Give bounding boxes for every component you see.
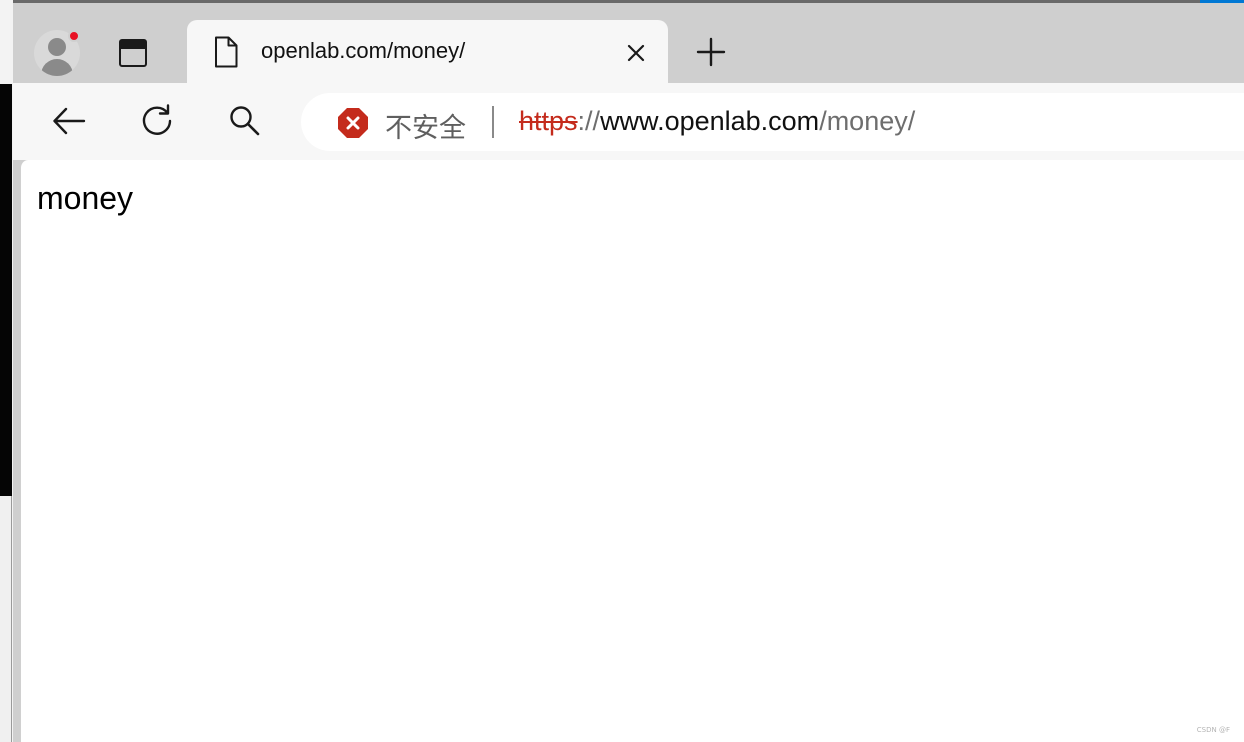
page-icon xyxy=(215,36,238,68)
search-icon[interactable] xyxy=(227,103,263,139)
security-label[interactable]: 不安全 xyxy=(385,106,466,145)
address-divider xyxy=(492,106,494,138)
security-warning-icon[interactable] xyxy=(337,107,369,139)
page-content: money xyxy=(20,160,1244,742)
close-icon[interactable] xyxy=(624,41,648,65)
address-bar[interactable]: 不安全 https://www.openlab.com/money/ xyxy=(301,93,1244,151)
tab-strip: openlab.com/money/ xyxy=(13,3,1244,83)
tab-active[interactable]: openlab.com/money/ xyxy=(187,20,668,83)
toolbar: 不安全 https://www.openlab.com/money/ xyxy=(13,83,1244,160)
notification-dot xyxy=(68,30,80,42)
page-body-text: money xyxy=(37,180,134,216)
url-scheme: https xyxy=(519,106,578,136)
back-arrow-icon[interactable] xyxy=(51,103,87,139)
refresh-icon[interactable] xyxy=(139,103,175,139)
url-host: www.openlab.com xyxy=(600,106,820,136)
screen: openlab.com/money/ 不安全 https://www.openl… xyxy=(0,0,1244,742)
desktop-edge xyxy=(0,0,13,742)
avatar-head xyxy=(48,38,66,56)
tab-actions-icon[interactable] xyxy=(119,39,147,67)
url-text[interactable]: https://www.openlab.com/money/ xyxy=(519,106,915,137)
desktop-dark-strip xyxy=(0,84,12,496)
tab-title: openlab.com/money/ xyxy=(261,38,466,63)
watermark: CSDN @F xyxy=(1196,726,1230,734)
url-separator: :// xyxy=(577,106,601,136)
browser-window: openlab.com/money/ 不安全 https://www.openl… xyxy=(13,3,1244,742)
url-path: /money/ xyxy=(819,106,916,136)
plus-icon[interactable] xyxy=(696,37,726,67)
avatar-body xyxy=(41,59,73,76)
desktop-grey-strip xyxy=(0,496,12,742)
